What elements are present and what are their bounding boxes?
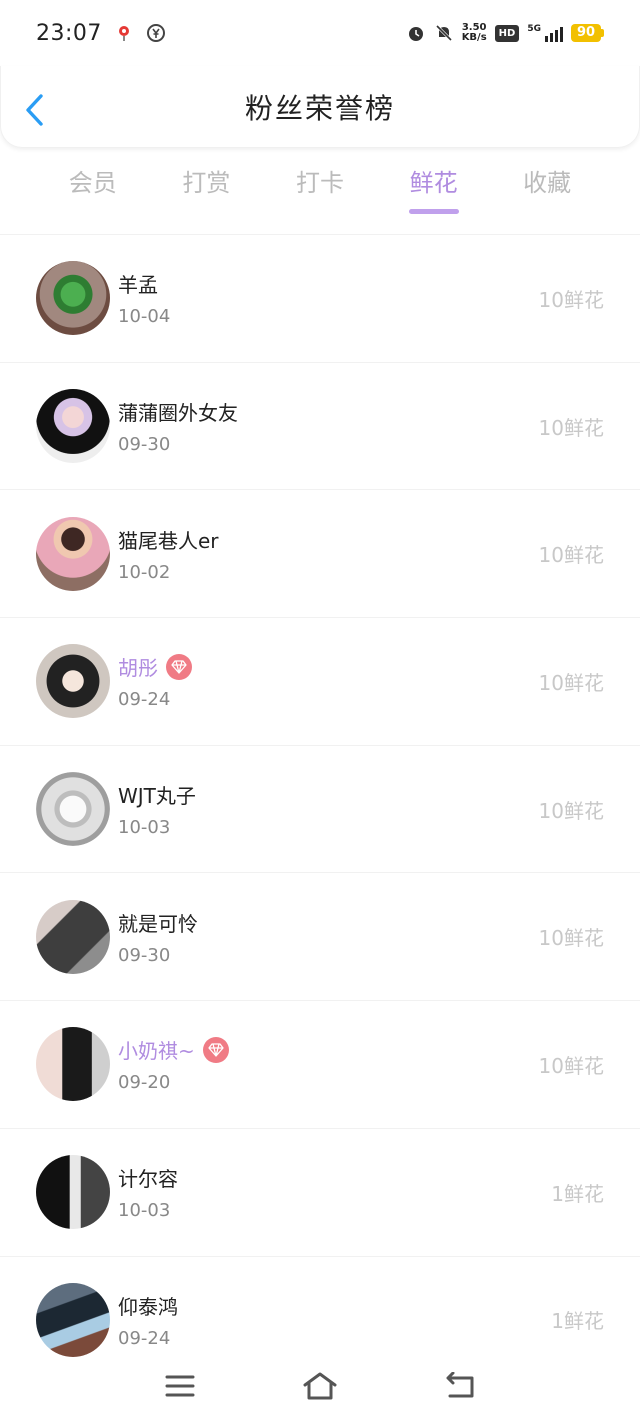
alarm-icon bbox=[406, 23, 426, 43]
tab-checkin[interactable]: 打卡 bbox=[275, 160, 365, 216]
name-line: 羊孟 bbox=[118, 269, 170, 298]
fan-info: 计尔容 10-03 bbox=[118, 1163, 178, 1221]
list-item[interactable]: 计尔容 10-03 1鲜花 bbox=[0, 1127, 640, 1256]
flower-amount: 1鲜花 bbox=[551, 1181, 604, 1206]
net-speed-unit: KB/s bbox=[461, 32, 487, 43]
fan-name: 猫尾巷人er bbox=[118, 528, 219, 553]
fan-date: 10-02 bbox=[118, 561, 171, 583]
list-item[interactable]: 猫尾巷人er 10-02 10鲜花 bbox=[0, 489, 640, 617]
back-button[interactable] bbox=[23, 92, 47, 128]
chevron-left-icon bbox=[26, 94, 43, 126]
avatar[interactable] bbox=[36, 1282, 110, 1357]
hd-badge: HD bbox=[494, 24, 520, 42]
tab-bar: 会员 打赏 打卡 鲜花 收藏 bbox=[0, 160, 640, 216]
fan-list: 羊孟 10-04 10鲜花 蒲蒲圈外女友 09-30 10鲜花 猫尾巷人er 1… bbox=[0, 234, 640, 1383]
fan-info: 小奶祺~ 09-20 bbox=[118, 1035, 229, 1093]
tab-tip[interactable]: 打赏 bbox=[161, 160, 251, 216]
back-icon bbox=[446, 1372, 474, 1398]
flower-amount: 10鲜花 bbox=[538, 926, 604, 951]
list-item[interactable]: 小奶祺~ 09-20 10鲜花 bbox=[0, 1000, 640, 1128]
status-right: 3.50 KB/s HD 5G 90 bbox=[406, 23, 604, 43]
page-title: 粉丝荣誉榜 bbox=[244, 91, 395, 125]
fan-info: 猫尾巷人er 10-02 bbox=[118, 525, 219, 583]
fan-info: 胡彤 09-24 bbox=[118, 652, 192, 710]
avatar[interactable] bbox=[36, 389, 110, 464]
signal-icon: 5G bbox=[527, 24, 563, 42]
fan-name: 就是可怜 bbox=[118, 911, 198, 936]
name-line: 计尔容 bbox=[118, 1163, 178, 1192]
name-line: 猫尾巷人er bbox=[118, 525, 219, 554]
name-line: 仰泰鸿 bbox=[118, 1291, 178, 1320]
flower-amount: 10鲜花 bbox=[538, 670, 604, 695]
fan-info: WJT丸子 10-03 bbox=[118, 780, 196, 838]
list-item[interactable]: WJT丸子 10-03 10鲜花 bbox=[0, 744, 640, 873]
status-bar: 23:07 3.50 KB/s HD 5G 90 bbox=[0, 0, 640, 66]
home-icon bbox=[303, 1372, 337, 1400]
list-item[interactable]: 蒲蒲圈外女友 09-30 10鲜花 bbox=[0, 361, 640, 490]
diamond-icon bbox=[166, 653, 192, 680]
home-button[interactable] bbox=[300, 1366, 340, 1406]
fan-name: 计尔容 bbox=[118, 1167, 178, 1192]
fan-date: 09-24 bbox=[118, 1327, 171, 1349]
flower-amount: 10鲜花 bbox=[538, 415, 604, 440]
fan-name: 胡彤 bbox=[118, 656, 158, 681]
status-left: 23:07 bbox=[36, 21, 166, 46]
name-line: 蒲蒲圈外女友 bbox=[118, 397, 238, 426]
fan-info: 仰泰鸿 09-24 bbox=[118, 1291, 178, 1349]
system-nav-bar bbox=[0, 1350, 640, 1422]
signal-label: 5G bbox=[527, 24, 541, 34]
fan-date: 10-03 bbox=[118, 817, 171, 839]
fan-name: 仰泰鸿 bbox=[118, 1294, 178, 1319]
menu-button[interactable] bbox=[160, 1366, 200, 1406]
battery-icon: 90 bbox=[571, 24, 604, 42]
back-nav-button[interactable] bbox=[440, 1366, 480, 1406]
map-pin-icon bbox=[114, 23, 134, 43]
list-item[interactable]: 胡彤 09-24 10鲜花 bbox=[0, 617, 640, 745]
status-time: 23:07 bbox=[36, 20, 102, 46]
flower-amount: 10鲜花 bbox=[538, 287, 604, 312]
flower-amount: 1鲜花 bbox=[551, 1309, 604, 1334]
name-line: 胡彤 bbox=[118, 652, 192, 681]
name-line: 小奶祺~ bbox=[118, 1035, 229, 1064]
fan-date: 09-30 bbox=[118, 434, 171, 456]
fan-info: 蒲蒲圈外女友 09-30 bbox=[118, 397, 238, 455]
fan-date: 09-24 bbox=[118, 689, 171, 711]
battery-level: 90 bbox=[571, 24, 601, 42]
fan-info: 就是可怜 09-30 bbox=[118, 908, 198, 966]
mute-icon bbox=[434, 23, 454, 43]
avatar[interactable] bbox=[36, 261, 110, 336]
list-item[interactable]: 就是可怜 09-30 10鲜花 bbox=[0, 872, 640, 1000]
avatar[interactable] bbox=[36, 899, 110, 974]
fan-date: 09-20 bbox=[118, 1072, 171, 1094]
list-item[interactable]: 羊孟 10-04 10鲜花 bbox=[0, 234, 640, 362]
avatar[interactable] bbox=[36, 1155, 110, 1230]
flower-amount: 10鲜花 bbox=[538, 798, 604, 823]
fan-name: 小奶祺~ bbox=[118, 1039, 195, 1064]
net-speed: 3.50 KB/s bbox=[462, 23, 487, 43]
avatar[interactable] bbox=[36, 772, 110, 847]
rmb-icon bbox=[146, 23, 166, 43]
tab-favorites[interactable]: 收藏 bbox=[502, 160, 592, 216]
avatar[interactable] bbox=[36, 644, 110, 719]
fan-name: 羊孟 bbox=[118, 273, 158, 298]
fan-info: 羊孟 10-04 bbox=[118, 269, 170, 327]
tab-flowers[interactable]: 鲜花 bbox=[389, 160, 479, 216]
fan-name: 蒲蒲圈外女友 bbox=[118, 401, 238, 426]
header: 粉丝荣誉榜 bbox=[0, 66, 640, 148]
menu-icon bbox=[165, 1375, 195, 1397]
fan-date: 10-03 bbox=[118, 1200, 171, 1222]
fan-date: 09-30 bbox=[118, 944, 171, 966]
fan-date: 10-04 bbox=[118, 306, 171, 328]
tab-member[interactable]: 会员 bbox=[48, 160, 138, 216]
flower-amount: 10鲜花 bbox=[538, 1053, 604, 1078]
name-line: 就是可怜 bbox=[118, 908, 198, 937]
avatar[interactable] bbox=[36, 516, 110, 591]
avatar[interactable] bbox=[36, 1027, 110, 1102]
diamond-icon bbox=[202, 1036, 229, 1063]
fan-name: WJT丸子 bbox=[118, 784, 196, 809]
name-line: WJT丸子 bbox=[118, 780, 196, 809]
flower-amount: 10鲜花 bbox=[538, 543, 604, 568]
